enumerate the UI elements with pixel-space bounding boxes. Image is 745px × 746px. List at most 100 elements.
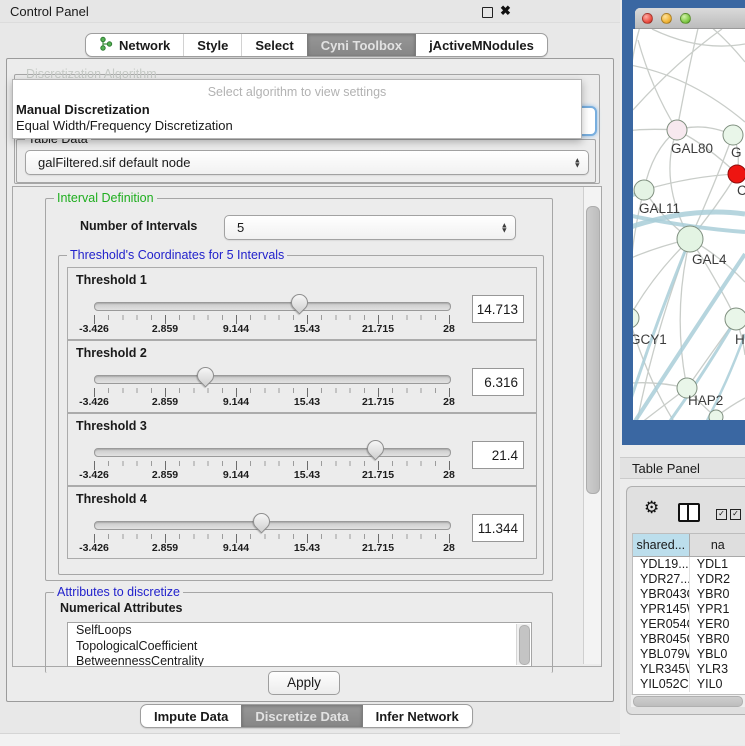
- tick-label: 28: [443, 542, 455, 554]
- list-item[interactable]: SelfLoops: [68, 623, 531, 639]
- slider-track[interactable]: [94, 375, 451, 384]
- network-edge: [633, 239, 690, 318]
- threshold-label: Threshold 3: [76, 419, 147, 433]
- network-edge: [633, 29, 722, 110]
- tick-label: 2.859: [152, 396, 178, 408]
- dropdown-option-equal-width-frequency[interactable]: Equal Width/Frequency Discretization: [16, 118, 233, 133]
- table-row[interactable]: YIL052C YIL0: [633, 677, 745, 692]
- number-of-intervals-combobox[interactable]: 5 ▲▼: [224, 215, 516, 240]
- float-window-icon[interactable]: [482, 7, 493, 18]
- tab-label: Style: [197, 38, 228, 53]
- tick-label: 21.715: [362, 323, 394, 335]
- tick-label: 2.859: [152, 542, 178, 554]
- table-cell: YDL19...: [633, 557, 690, 572]
- threshold-row: Threshold 1 -3.4262.8599.14415.4321.7152…: [67, 267, 537, 340]
- bottom-tab-bar: Impute Data Discretize Data Infer Networ…: [140, 704, 473, 728]
- network-node[interactable]: [633, 308, 639, 328]
- scrollbar-thumb[interactable]: [586, 206, 600, 494]
- tick-label: -3.426: [79, 323, 109, 335]
- table-header-row: shared... na: [633, 534, 745, 557]
- tab-label: Select: [255, 38, 293, 53]
- slider-tick-labels: -3.4262.8599.14415.4321.71528: [68, 323, 536, 336]
- threshold-row: Threshold 2 -3.4262.8599.14415.4321.7152…: [67, 340, 537, 413]
- network-node[interactable]: [709, 410, 723, 420]
- zoom-traffic-light[interactable]: [680, 13, 691, 24]
- table-cell: YBR043C: [633, 587, 690, 602]
- close-traffic-light[interactable]: [642, 13, 653, 24]
- threshold-value-field[interactable]: 14.713: [472, 295, 524, 323]
- network-node[interactable]: [725, 308, 745, 330]
- table-cell: YDL1: [690, 557, 745, 572]
- list-item[interactable]: TopologicalCoefficient: [68, 639, 531, 655]
- slider-track[interactable]: [94, 521, 451, 530]
- threshold-label: Threshold 4: [76, 492, 147, 506]
- gear-icon[interactable]: ⚙: [644, 498, 659, 518]
- node-table: shared... na YDL19... YDL1 YDR27... YDR2…: [632, 533, 745, 695]
- table-row[interactable]: YBR043C YBR0: [633, 587, 745, 602]
- tick-label: 2.859: [152, 469, 178, 481]
- checkbox-icon[interactable]: ✓: [716, 509, 727, 520]
- tab-infer-network[interactable]: Infer Network: [362, 705, 472, 727]
- table-data-group: Table Data galFiltered.sif default node …: [16, 139, 596, 183]
- tab-network[interactable]: Network: [86, 34, 183, 56]
- tab-discretize-data[interactable]: Discretize Data: [241, 705, 361, 727]
- minimize-traffic-light[interactable]: [661, 13, 672, 24]
- slider-track[interactable]: [94, 448, 451, 457]
- threshold-row: Threshold 3 -3.4262.8599.14415.4321.7152…: [67, 413, 537, 486]
- slider-tick-labels: -3.4262.8599.14415.4321.71528: [68, 469, 536, 482]
- close-icon[interactable]: ✖: [500, 3, 511, 19]
- slider-tick-labels: -3.4262.8599.14415.4321.71528: [68, 396, 536, 409]
- table-panel-title: Table Panel: [632, 461, 700, 476]
- threshold-label: Threshold 1: [76, 273, 147, 287]
- network-node[interactable]: [723, 125, 743, 145]
- table-row[interactable]: YER054C YER0: [633, 617, 745, 632]
- column-header-name[interactable]: na: [690, 534, 745, 556]
- table-row[interactable]: YBR045C YBR0: [633, 632, 745, 647]
- combobox-value: 5: [237, 216, 244, 239]
- table-cell: YLR345W: [633, 662, 690, 677]
- stepper-arrows-icon: ▲▼: [501, 222, 508, 233]
- threshold-row: Threshold 4 -3.4262.8599.14415.4321.7152…: [67, 486, 537, 559]
- control-panel-window: Control Panel ✖ Network Style Select Cyn…: [0, 0, 620, 745]
- table-cell: YBR045C: [633, 632, 690, 647]
- tab-jactivemnodules[interactable]: jActiveMNodules: [415, 34, 547, 56]
- tick-label: 2.859: [152, 323, 178, 335]
- network-window-titlebar: [635, 8, 745, 29]
- tab-cyni-toolbox[interactable]: Cyni Toolbox: [307, 34, 415, 56]
- split-columns-icon[interactable]: [678, 503, 700, 522]
- network-node[interactable]: [634, 180, 654, 200]
- dropdown-hint: Select algorithm to view settings: [13, 85, 581, 99]
- threshold-value-field[interactable]: 6.316: [472, 368, 524, 396]
- network-node[interactable]: [667, 120, 687, 140]
- table-data-combobox[interactable]: galFiltered.sif default node ▲▼: [25, 150, 589, 175]
- table-row[interactable]: YPR145W YPR1: [633, 602, 745, 617]
- scrollbar-thumb[interactable]: [633, 696, 743, 707]
- tab-style[interactable]: Style: [183, 34, 241, 56]
- table-cell: YIL052C: [633, 677, 690, 692]
- group-title: Attributes to discretize: [54, 585, 183, 599]
- network-node[interactable]: [677, 226, 703, 252]
- table-row[interactable]: YDR27... YDR2: [633, 572, 745, 587]
- list-item[interactable]: BetweennessCentrality: [68, 654, 531, 667]
- tab-impute-data[interactable]: Impute Data: [141, 705, 241, 727]
- network-node-label: H: [735, 332, 745, 347]
- table-row[interactable]: YBL079W YBL0: [633, 647, 745, 662]
- network-node[interactable]: [728, 165, 745, 183]
- list-scrollbar[interactable]: [516, 624, 530, 665]
- apply-button[interactable]: Apply: [268, 671, 340, 695]
- threshold-value-field[interactable]: 21.4: [472, 441, 524, 469]
- slider-track[interactable]: [94, 302, 451, 311]
- dropdown-option-manual-discretization[interactable]: Manual Discretization: [16, 102, 150, 117]
- tab-select[interactable]: Select: [241, 34, 306, 56]
- table-cell: YBR0: [690, 587, 745, 602]
- group-title: Interval Definition: [54, 191, 157, 205]
- checkbox-icon[interactable]: ✓: [730, 509, 741, 520]
- table-row[interactable]: YLR345W YLR3: [633, 662, 745, 677]
- network-canvas[interactable]: GAL80GCGAL11GAL4GCY1HHAP2: [633, 29, 745, 420]
- column-header-shared-name[interactable]: shared...: [633, 534, 690, 556]
- tab-label: Impute Data: [154, 709, 228, 724]
- table-row[interactable]: YDL19... YDL1: [633, 557, 745, 572]
- vertical-scrollbar: [583, 187, 601, 664]
- threshold-value-field[interactable]: 11.344: [472, 514, 524, 542]
- tick-label: 9.144: [223, 542, 249, 554]
